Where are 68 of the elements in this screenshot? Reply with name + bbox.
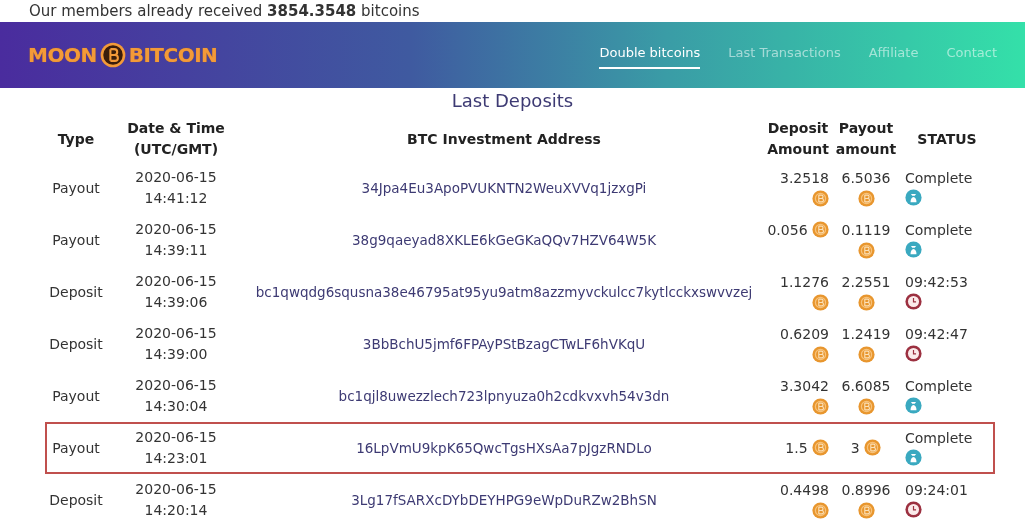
address-link[interactable]: 38g9qaeyad8XKLE6kGeGKaQQv7HZV64W5K <box>352 231 656 248</box>
table-cell-text: 2020-06-15 14:41:12 <box>134 168 218 208</box>
address-link[interactable]: bc1qwqdg6squsna38e46795at95yu9atm8azzmyvckulcc7kytlcckxswvvzej <box>255 283 753 300</box>
status-text: 09:42:53 <box>905 274 968 290</box>
amount-text: 3.2518 <box>780 170 829 186</box>
amount-text: 2.2551 <box>841 274 891 290</box>
bitcoin-icon <box>812 221 829 238</box>
address-link[interactable]: 3Lg17fSARXcDYbDEYHPG9eWpDuRZw2BhSN <box>351 491 657 508</box>
table-cell-text: Deposit <box>48 282 104 302</box>
amount-text: 0.056 <box>767 222 808 238</box>
bitcoin-icon <box>857 294 875 311</box>
table-cell-text: Deposit <box>48 334 104 354</box>
bitcoin-icon <box>99 42 126 68</box>
members-notice: Our members already received 3854.3548 bitcoins <box>29 2 420 20</box>
nav-link[interactable]: Double bitcoins <box>599 41 701 69</box>
address-link[interactable]: 3BbBchU5jmf6FPAyPStBzagCTwLF6hVKqU <box>362 335 646 352</box>
table-cell-text: 2020-06-15 14:20:14 <box>134 480 218 520</box>
bitcoin-icon <box>857 346 875 363</box>
status-text: Complete <box>905 170 973 186</box>
status-text: 09:24:01 <box>905 482 968 498</box>
bitcoin-icon <box>812 294 829 311</box>
table-cell-text: 2020-06-15 14:39:00 <box>134 324 218 364</box>
amount-text: 0.6209 <box>780 326 829 342</box>
column-header: Deposit Amount <box>766 119 830 159</box>
bitcoin-icon <box>857 502 875 519</box>
amount-text: 1.1276 <box>780 274 829 290</box>
bitcoin-icon <box>857 242 875 259</box>
table-cell: Deposit <box>45 474 107 522</box>
address-link[interactable]: bc1qjl8uwezzlech723lpnyuza0h2cdkvxvh54v3dn <box>338 387 670 404</box>
table-cell: Payout <box>45 422 107 474</box>
column-header: BTC Investment Address <box>406 129 602 149</box>
table-cell-text: 2020-06-15 14:30:04 <box>134 376 218 416</box>
section-title: Last Deposits <box>450 89 575 113</box>
logo-text: BITCOIN <box>128 42 218 69</box>
bitcoin-icon <box>812 346 829 363</box>
table-cell-text: 2020-06-15 14:23:01 <box>134 428 218 468</box>
column-header: Payout amount <box>834 119 898 159</box>
address-link[interactable]: 34Jpa4Eu3ApoPVUKNTN2WeuXVVq1jzxgPi <box>361 179 647 196</box>
table-cell-text: 2020-06-15 14:39:06 <box>134 272 218 312</box>
amount-text: 3.3042 <box>780 378 829 394</box>
table-cell-text: Payout <box>51 230 101 250</box>
amount-text: 3 <box>850 439 860 456</box>
amount-text: 0.1119 <box>841 222 891 238</box>
column-header: STATUS <box>916 129 978 149</box>
table-cell: Payout <box>45 370 107 422</box>
status-text: 09:42:47 <box>905 326 968 342</box>
amount-text: 0.8996 <box>841 482 891 498</box>
amount-text: 1.2419 <box>841 326 891 342</box>
amount-text: 0.4498 <box>780 482 829 498</box>
table-cell-text: Payout <box>51 178 101 198</box>
amount-text: 6.5036 <box>841 170 891 186</box>
status-text: Complete <box>905 378 973 394</box>
column-header: Date & Time (UTC/GMT) <box>126 119 226 159</box>
status-text: Complete <box>905 430 973 446</box>
bitcoin-icon <box>857 190 875 207</box>
bitcoin-icon <box>812 190 829 207</box>
amount-text: 1.5 <box>785 439 808 456</box>
bitcoin-icon <box>812 502 829 519</box>
column-header: Type <box>56 129 96 149</box>
bitcoin-icon <box>812 438 829 456</box>
logo-text: MOON <box>28 42 97 69</box>
address-link[interactable]: 16LpVmU9kpK65QwcTgsHXsAa7pJgzRNDLo <box>356 439 652 456</box>
bitcoin-icon <box>812 398 829 415</box>
bitcoin-icon <box>857 398 875 415</box>
table-cell-text: 2020-06-15 14:39:11 <box>134 220 218 260</box>
bitcoin-icon <box>864 438 882 456</box>
amount-text: 6.6085 <box>841 378 891 394</box>
status-text: Complete <box>905 222 973 238</box>
